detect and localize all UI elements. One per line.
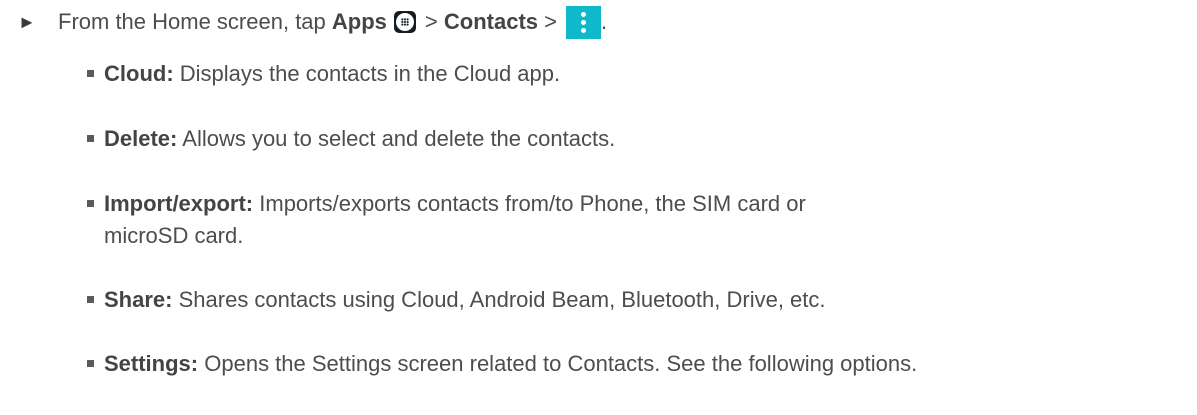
item-term: Import/export: xyxy=(104,191,254,216)
list-item: Cloud: Displays the contacts in the Clou… xyxy=(87,58,1195,90)
instruction-step: ► From the Home screen, tap Apps > Conta… xyxy=(18,4,607,40)
list-item-text: Settings: Opens the Settings screen rela… xyxy=(104,348,1195,380)
apps-label: Apps xyxy=(331,9,387,34)
bullet-square-icon xyxy=(87,296,94,303)
apps-grid-icon xyxy=(393,11,416,33)
separator: > xyxy=(544,9,557,34)
separator: > xyxy=(424,9,438,34)
bullet-square-icon xyxy=(87,135,94,142)
bullet-square-icon xyxy=(87,360,94,367)
list-item-text: Share: Shares contacts using Cloud, Andr… xyxy=(104,284,1195,316)
list-item-text: Import/export: Imports/exports contacts … xyxy=(104,188,847,252)
instruction-prefix: From the Home screen, tap xyxy=(58,9,326,34)
list-item: Settings: Opens the Settings screen rela… xyxy=(87,348,1195,380)
item-term: Settings: xyxy=(104,351,199,376)
list-item: Import/export: Imports/exports contacts … xyxy=(87,188,847,252)
item-description: Displays the contacts in the Cloud app. xyxy=(179,61,561,86)
list-item-text: Cloud: Displays the contacts in the Clou… xyxy=(104,58,1195,90)
item-description: Allows you to select and delete the cont… xyxy=(182,126,616,151)
item-term: Cloud: xyxy=(104,61,174,86)
item-term: Delete: xyxy=(104,126,178,151)
item-description: Shares contacts using Cloud, Android Bea… xyxy=(178,287,826,312)
contacts-label: Contacts xyxy=(443,9,539,34)
bullet-square-icon xyxy=(87,70,94,77)
instruction-suffix: . xyxy=(601,9,608,34)
item-term: Share: xyxy=(104,287,173,312)
item-description: Opens the Settings screen related to Con… xyxy=(204,351,918,376)
overflow-menu-icon xyxy=(566,5,601,39)
list-item: Delete: Allows you to select and delete … xyxy=(87,123,1195,155)
step-arrow-icon: ► xyxy=(18,11,36,32)
list-item-text: Delete: Allows you to select and delete … xyxy=(104,123,1195,155)
bullet-square-icon xyxy=(87,200,94,207)
list-item: Share: Shares contacts using Cloud, Andr… xyxy=(87,284,1195,316)
